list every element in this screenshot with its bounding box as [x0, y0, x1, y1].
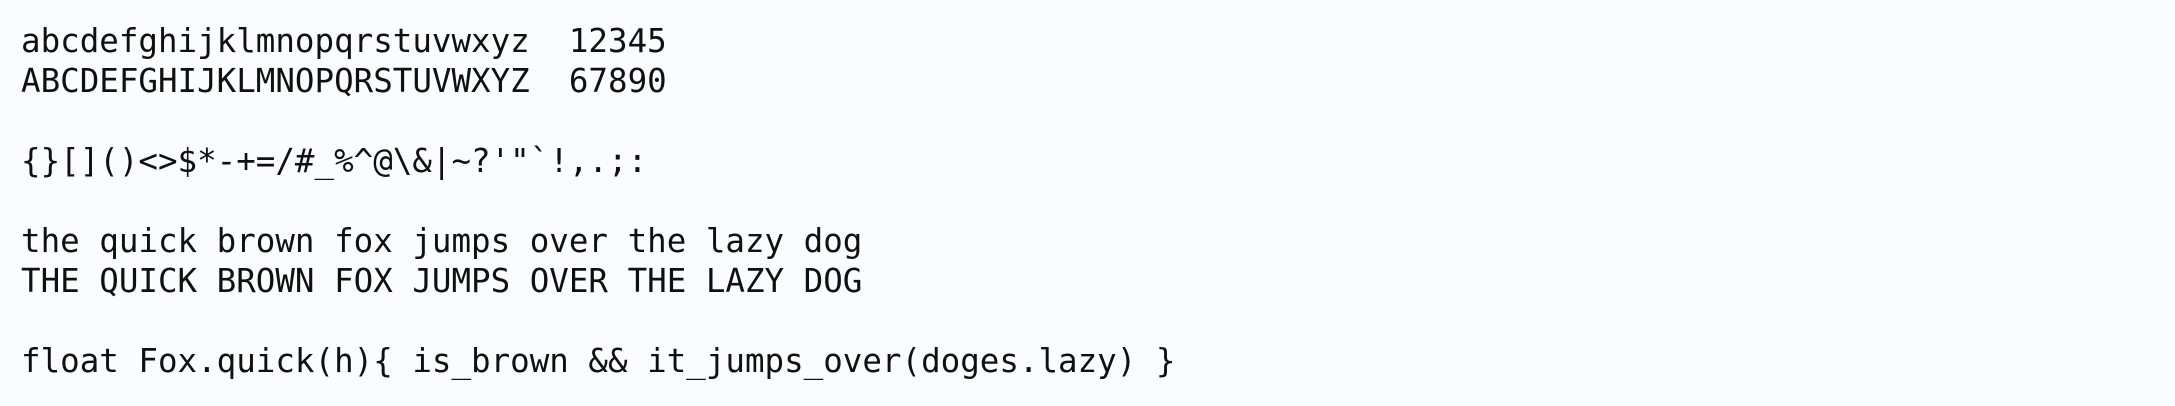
code-sample-line: float Fox.quick(h){ is_brown && it_jumps…: [21, 342, 1176, 380]
lowercase-digits-line: abcdefghijklmnopqrstuvwxyz 12345: [21, 22, 667, 60]
pangram-uppercase-line: THE QUICK BROWN FOX JUMPS OVER THE LAZY …: [21, 262, 863, 300]
symbols-line: {}[]()<>$*-+=/#_%^@\&|~?'"`!,.;:: [21, 142, 648, 180]
font-specimen: abcdefghijklmnopqrstuvwxyz 12345 ABCDEFG…: [0, 0, 2175, 406]
uppercase-digits-line: ABCDEFGHIJKLMNOPQRSTUVWXYZ 67890: [21, 62, 667, 100]
pangram-lowercase-line: the quick brown fox jumps over the lazy …: [21, 222, 863, 260]
